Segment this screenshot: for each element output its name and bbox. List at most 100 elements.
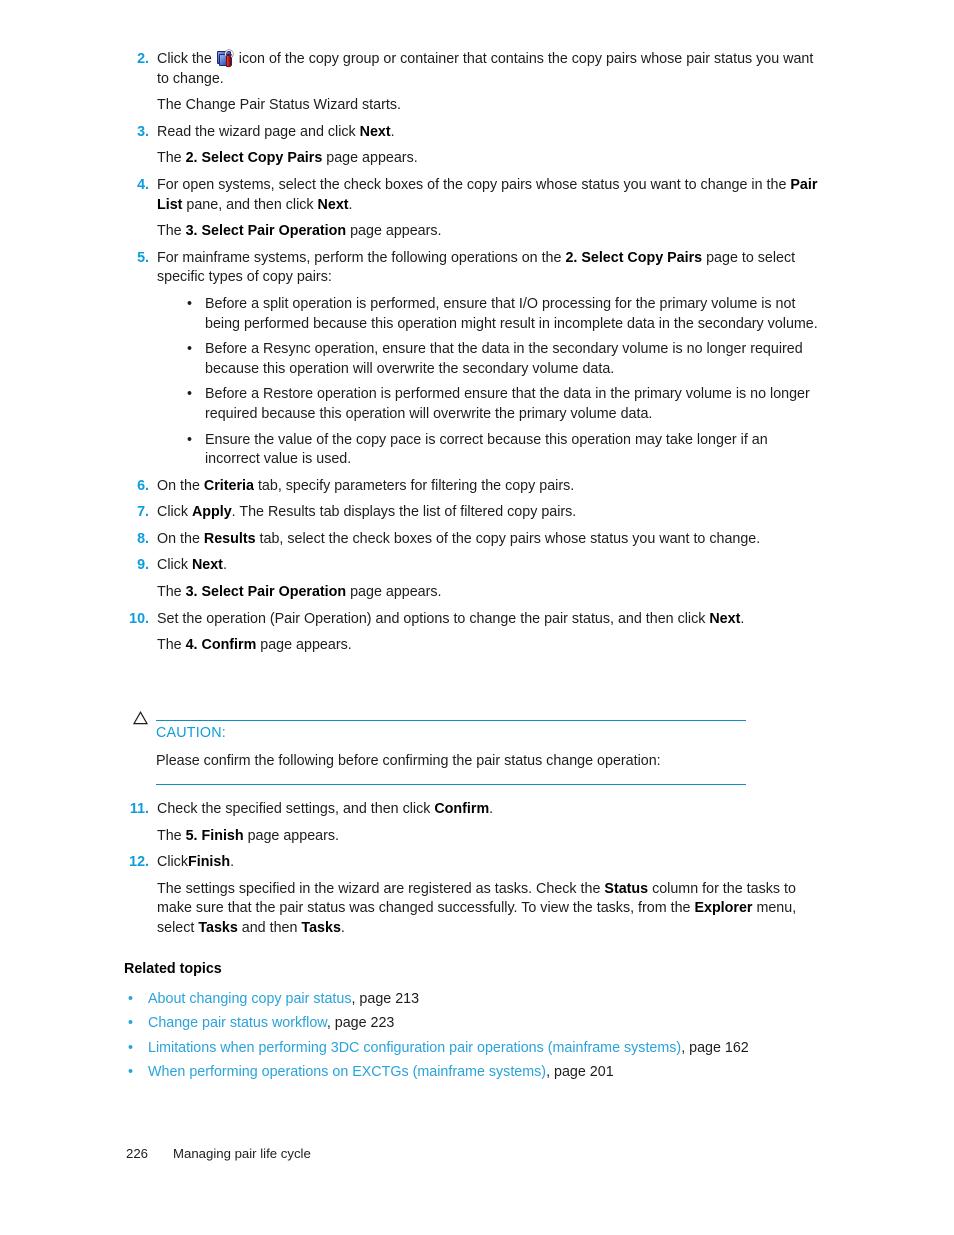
caution-label: CAUTION: xyxy=(156,725,226,741)
step-text-part: Click xyxy=(157,557,192,574)
step-text-part: tab, select the check boxes of the copy … xyxy=(255,530,761,547)
caution-header: CAUTION: xyxy=(132,711,746,741)
ui-label-page: 3. Select Pair Operation xyxy=(185,584,347,601)
bullet-text: Before a Resync operation, ensure that t… xyxy=(205,341,803,377)
icon-tool-shaft xyxy=(226,55,232,67)
step-result-paragraph: The 3. Select Pair Operation page appear… xyxy=(157,222,824,242)
step-text-part: . xyxy=(222,557,227,574)
bullet-dot: • xyxy=(187,341,193,358)
step-text-part: Click xyxy=(157,854,188,871)
ui-label-criteria-tab: Criteria xyxy=(203,477,254,494)
step-text-part: Click the xyxy=(157,51,216,67)
caution-body-text: Please confirm the following before conf… xyxy=(156,753,661,769)
bullet-item: • Before a Resync operation, ensure that … xyxy=(181,340,824,379)
step-text-part: page appears. xyxy=(346,223,442,240)
step-paragraph: Click Next. xyxy=(157,556,824,576)
ui-label-next: Next xyxy=(191,557,223,574)
step-result-paragraph: The 2. Select Copy Pairs page appears. xyxy=(157,149,824,169)
step-text-part: The xyxy=(157,223,186,240)
step-text-part: The xyxy=(157,150,186,167)
ui-label-page: 2. Select Copy Pairs xyxy=(565,249,703,266)
step-paragraph: For mainframe systems, perform the follo… xyxy=(157,249,824,288)
step-result-paragraph: The 3. Select Pair Operation page appear… xyxy=(157,583,824,603)
step-text-part: Set the operation (Pair Operation) and o… xyxy=(157,610,710,627)
step-text-part: For open systems, select the check boxes… xyxy=(157,176,791,193)
ui-label-next: Next xyxy=(359,123,391,140)
step-text-part: On the xyxy=(157,530,204,547)
related-topics-heading: Related topics xyxy=(124,961,222,977)
step-text-part: page appears. xyxy=(256,637,352,654)
step-text-part: page appears. xyxy=(243,827,339,844)
step-number: 8. xyxy=(137,530,149,547)
related-topic-page-ref: , page 223 xyxy=(326,1015,395,1032)
step-paragraph: For open systems, select the check boxes… xyxy=(157,176,824,215)
step-text-part: The xyxy=(157,584,186,601)
ui-label-tasks-submenu: Tasks xyxy=(301,919,341,936)
step-result-paragraph: The 4. Confirm page appears. xyxy=(157,636,824,656)
ui-label-explorer-menu: Explorer xyxy=(694,900,753,917)
step-number: 7. xyxy=(137,504,149,521)
step-result-paragraph: The 5. Finish page appears. xyxy=(157,827,824,847)
step-number: 6. xyxy=(137,477,149,494)
step-text-part: Check the specified settings, and then c… xyxy=(157,801,435,817)
related-topic-page-ref: , page 213 xyxy=(351,990,420,1007)
step-number: 4. xyxy=(137,176,149,193)
step-item-7: 7. Click Apply. The Results tab displays… xyxy=(124,503,824,523)
ui-label-next: Next xyxy=(317,196,349,213)
bullet-item: • Before a Restore operation is performed… xyxy=(181,385,824,424)
related-topic-page-ref: , page 201 xyxy=(546,1064,614,1081)
ui-label-page: 4. Confirm xyxy=(185,637,257,654)
related-topic-link[interactable]: Change pair status workflow xyxy=(148,1015,327,1031)
step-text-part: For mainframe systems, perform the follo… xyxy=(157,249,566,266)
step-text-part: . xyxy=(489,801,494,817)
ui-label-page: 2. Select Copy Pairs xyxy=(185,150,323,167)
step-text-part: tab, specify parameters for filtering th… xyxy=(253,477,575,494)
copy-group-settings-icon xyxy=(216,50,234,67)
related-topic-link[interactable]: Limitations when performing 3DC configur… xyxy=(148,1040,681,1056)
step-text-part: . xyxy=(340,919,345,936)
step-text-part: The settings specified in the wizard are… xyxy=(157,880,605,897)
step-paragraph: Check the specified settings, and then c… xyxy=(157,800,824,820)
ui-label-finish: Finish xyxy=(187,854,231,871)
related-topic-item: • About changing copy pair status, page 2… xyxy=(124,990,824,1010)
bullet-text: Before a Restore operation is performed … xyxy=(205,386,810,422)
related-topic-link[interactable]: About changing copy pair status xyxy=(148,991,351,1007)
bullet-item: • Ensure the value of the copy pace is co… xyxy=(181,431,824,470)
step-text-part: Click xyxy=(157,504,192,521)
caution-admonition: CAUTION: Please confirm the following be… xyxy=(132,711,746,785)
ui-label-page: 3. Select Pair Operation xyxy=(185,223,347,240)
ui-label-next: Next xyxy=(709,610,741,627)
step-item-4: 4. For open systems, select the check bo… xyxy=(124,176,824,242)
step-number: 9. xyxy=(137,557,149,574)
step-result-paragraph: The Change Pair Status Wizard starts. xyxy=(157,97,401,114)
step-text-part: . xyxy=(230,854,235,871)
ui-label-apply: Apply xyxy=(191,504,232,521)
related-topic-item: • When performing operations on EXCTGs (m… xyxy=(124,1063,824,1083)
step-text-part: . xyxy=(348,196,353,213)
step-text-part: pane, and then click xyxy=(182,196,318,213)
step-item-6: 6. On the Criteria tab, specify paramete… xyxy=(124,477,824,497)
step-paragraph: On the Criteria tab, specify parameters … xyxy=(157,477,824,497)
step-number: 10. xyxy=(129,610,149,627)
caution-rule-top xyxy=(156,720,746,721)
footer-chapter-title: Managing pair life cycle xyxy=(173,1146,311,1161)
step-text-part: . The Results tab displays the list of f… xyxy=(231,504,577,521)
bullet-dot: • xyxy=(128,1015,134,1032)
step-text-part: page appears. xyxy=(346,584,442,601)
ui-label-page: 5. Finish xyxy=(185,827,244,844)
bullet-dot: • xyxy=(187,431,193,448)
step-number: 2. xyxy=(137,51,149,67)
step-bullet-list: • Before a split operation is performed, … xyxy=(181,295,824,470)
step-paragraph: On the Results tab, select the check box… xyxy=(157,530,824,550)
step-number: 3. xyxy=(137,123,149,140)
related-topics-section: Related topics • About changing copy pair… xyxy=(124,960,824,1088)
step-text-part: . xyxy=(390,123,395,140)
warning-triangle-icon xyxy=(132,711,148,733)
related-topic-link[interactable]: When performing operations on EXCTGs (ma… xyxy=(148,1064,546,1080)
procedure-step-list-continued: 11. Check the specified settings, and th… xyxy=(124,800,824,946)
step-number: 11. xyxy=(129,801,149,817)
step-paragraph: Click Apply. The Results tab displays th… xyxy=(157,503,824,523)
related-topic-item: • Limitations when performing 3DC configu… xyxy=(124,1039,824,1059)
step-text-part: . xyxy=(740,610,745,627)
caution-rule-bottom xyxy=(156,783,746,785)
